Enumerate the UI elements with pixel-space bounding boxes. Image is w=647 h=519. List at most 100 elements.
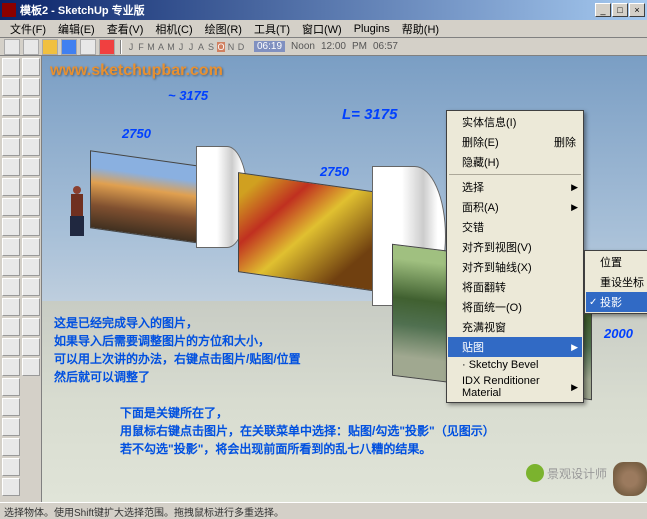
month-11[interactable]: D — [237, 42, 245, 52]
viewport[interactable]: www.sketchupbar.com ~ 3175 L= 3175 2750 … — [42, 56, 647, 502]
menu-相机(C)[interactable]: 相机(C) — [149, 19, 198, 39]
month-6[interactable]: J — [187, 42, 195, 52]
month-7[interactable]: A — [197, 42, 205, 52]
close-button[interactable]: × — [629, 3, 645, 17]
tool-select-icon[interactable] — [2, 58, 20, 76]
tool-scenes-icon[interactable] — [22, 318, 40, 336]
menu-文件(F)[interactable]: 文件(F) — [4, 19, 52, 39]
ctx-· Sketchy Bevel[interactable]: · Sketchy Bevel — [448, 357, 582, 373]
textured-panel-2[interactable] — [238, 182, 378, 282]
window-title: 模板2 - SketchUp 专业版 — [20, 2, 595, 18]
tool-redo-icon[interactable] — [61, 39, 77, 55]
ctx-将面翻转[interactable]: 将面翻转 — [448, 277, 582, 297]
tool-freehand-icon[interactable] — [2, 138, 20, 156]
menu-帮助(H)[interactable]: 帮助(H) — [396, 19, 445, 39]
ctx-投影[interactable]: ✓投影 — [586, 292, 647, 312]
tool-tape-icon[interactable] — [2, 318, 20, 336]
minimize-button[interactable]: _ — [595, 3, 611, 17]
tool-fog-icon[interactable] — [22, 298, 40, 316]
tool-model-icon[interactable] — [99, 39, 115, 55]
menu-绘图(R)[interactable]: 绘图(R) — [199, 19, 248, 39]
tool-axes-icon[interactable] — [2, 398, 20, 416]
tool-zoom-icon[interactable] — [2, 478, 20, 496]
tool-section-icon[interactable] — [2, 418, 20, 436]
tool-orbit-icon[interactable] — [2, 438, 20, 456]
tool-outliner-icon[interactable] — [22, 218, 40, 236]
tool-pan-icon[interactable] — [2, 458, 20, 476]
tool-materials-icon[interactable] — [22, 238, 40, 256]
tool-zoom-extents-icon[interactable] — [22, 58, 40, 76]
wechat-label: 景观设计师 — [547, 465, 607, 482]
time-d: 06:57 — [373, 41, 398, 52]
month-strip[interactable]: JFMAMJJASOND — [127, 42, 245, 52]
month-5[interactable]: J — [177, 42, 185, 52]
month-0[interactable]: J — [127, 42, 135, 52]
tool-print-icon[interactable] — [80, 39, 96, 55]
ctx-将面统一(O)[interactable]: 将面统一(O) — [448, 297, 582, 317]
menu-编辑(E)[interactable]: 编辑(E) — [52, 19, 101, 39]
caption-1: 这是已经完成导入的图片，如果导入后需要调整图片的方位和大小，可以用上次讲的办法，… — [54, 314, 301, 386]
menubar[interactable]: 文件(F)编辑(E)查看(V)相机(C)绘图(R)工具(T)窗口(W)Plugi… — [0, 20, 647, 38]
tool-rotate-icon[interactable] — [2, 258, 20, 276]
tool-polygon-icon[interactable] — [2, 198, 20, 216]
tool-scale-icon[interactable] — [2, 278, 20, 296]
wechat-credit: 景观设计师 — [526, 464, 607, 482]
menu-窗口(W)[interactable]: 窗口(W) — [296, 19, 348, 39]
month-8[interactable]: S — [207, 42, 215, 52]
tool-save-icon[interactable] — [23, 39, 39, 55]
tool-paint-icon[interactable] — [22, 138, 40, 156]
tool-styles-icon[interactable] — [22, 258, 40, 276]
tool-look-icon[interactable] — [22, 98, 40, 116]
tool-group-icon[interactable] — [22, 178, 40, 196]
month-3[interactable]: A — [157, 42, 165, 52]
tool-line-icon[interactable] — [2, 98, 20, 116]
month-2[interactable]: M — [147, 42, 155, 52]
ctx-充满视窗[interactable]: 充满视窗 — [448, 317, 582, 337]
ctx-选择[interactable]: 选择▶ — [448, 177, 582, 197]
month-10[interactable]: N — [227, 42, 235, 52]
ctx-对齐到视图(V)[interactable]: 对齐到视图(V) — [448, 237, 582, 257]
tool-open-icon[interactable] — [4, 39, 20, 55]
app-icon — [2, 3, 16, 17]
tool-rect-icon[interactable] — [2, 158, 20, 176]
ctx-实体信息(I)[interactable]: 实体信息(I) — [448, 112, 582, 132]
ctx-位置[interactable]: 位置 — [586, 252, 647, 272]
maximize-button[interactable]: □ — [612, 3, 628, 17]
time-noon: Noon — [291, 41, 315, 52]
tool-dimension-icon[interactable] — [2, 358, 20, 376]
tool-walk-icon[interactable] — [22, 78, 40, 96]
menu-Plugins[interactable]: Plugins — [348, 21, 396, 37]
month-1[interactable]: F — [137, 42, 145, 52]
context-menu[interactable]: 实体信息(I)删除(E)删除隐藏(H) 选择▶面积(A)▶交错对齐到视图(V)对齐… — [446, 110, 584, 403]
tool-sandbox-icon[interactable] — [22, 358, 40, 376]
month-9[interactable]: O — [217, 42, 225, 52]
ctx-IDX Renditioner Material[interactable]: IDX Renditioner Material▶ — [448, 373, 582, 401]
tool-text-icon[interactable] — [2, 378, 20, 396]
ctx-删除(E)[interactable]: 删除(E)删除 — [448, 132, 582, 152]
month-4[interactable]: M — [167, 42, 175, 52]
menu-查看(V)[interactable]: 查看(V) — [101, 19, 150, 39]
tool-layers-icon[interactable] — [22, 198, 40, 216]
ctx-对齐到轴线(X)[interactable]: 对齐到轴线(X) — [448, 257, 582, 277]
textured-panel-1[interactable] — [90, 158, 200, 236]
tool-eraser-icon[interactable] — [2, 78, 20, 96]
context-submenu[interactable]: 位置重设坐标✓投影 — [584, 250, 647, 314]
tool-protractor-icon[interactable] — [2, 338, 20, 356]
tool-shadows-icon[interactable] — [22, 278, 40, 296]
time-b: 12:00 — [321, 41, 346, 52]
ctx-重设坐标[interactable]: 重设坐标 — [586, 272, 647, 292]
tool-position-icon[interactable] — [22, 118, 40, 136]
tool-move-icon[interactable] — [2, 238, 20, 256]
tool-arc-icon[interactable] — [2, 118, 20, 136]
ctx-面积(A)[interactable]: 面积(A)▶ — [448, 197, 582, 217]
tool-component-icon[interactable] — [22, 158, 40, 176]
tool-offset-icon[interactable] — [2, 298, 20, 316]
tool-undo-icon[interactable] — [42, 39, 58, 55]
ctx-交错[interactable]: 交错 — [448, 217, 582, 237]
tool-pushpull-icon[interactable] — [2, 218, 20, 236]
tool-animation-icon[interactable] — [22, 338, 40, 356]
ctx-隐藏(H)[interactable]: 隐藏(H) — [448, 152, 582, 172]
menu-工具(T)[interactable]: 工具(T) — [248, 19, 296, 39]
ctx-贴图[interactable]: 贴图▶ — [448, 337, 582, 357]
tool-circle-icon[interactable] — [2, 178, 20, 196]
